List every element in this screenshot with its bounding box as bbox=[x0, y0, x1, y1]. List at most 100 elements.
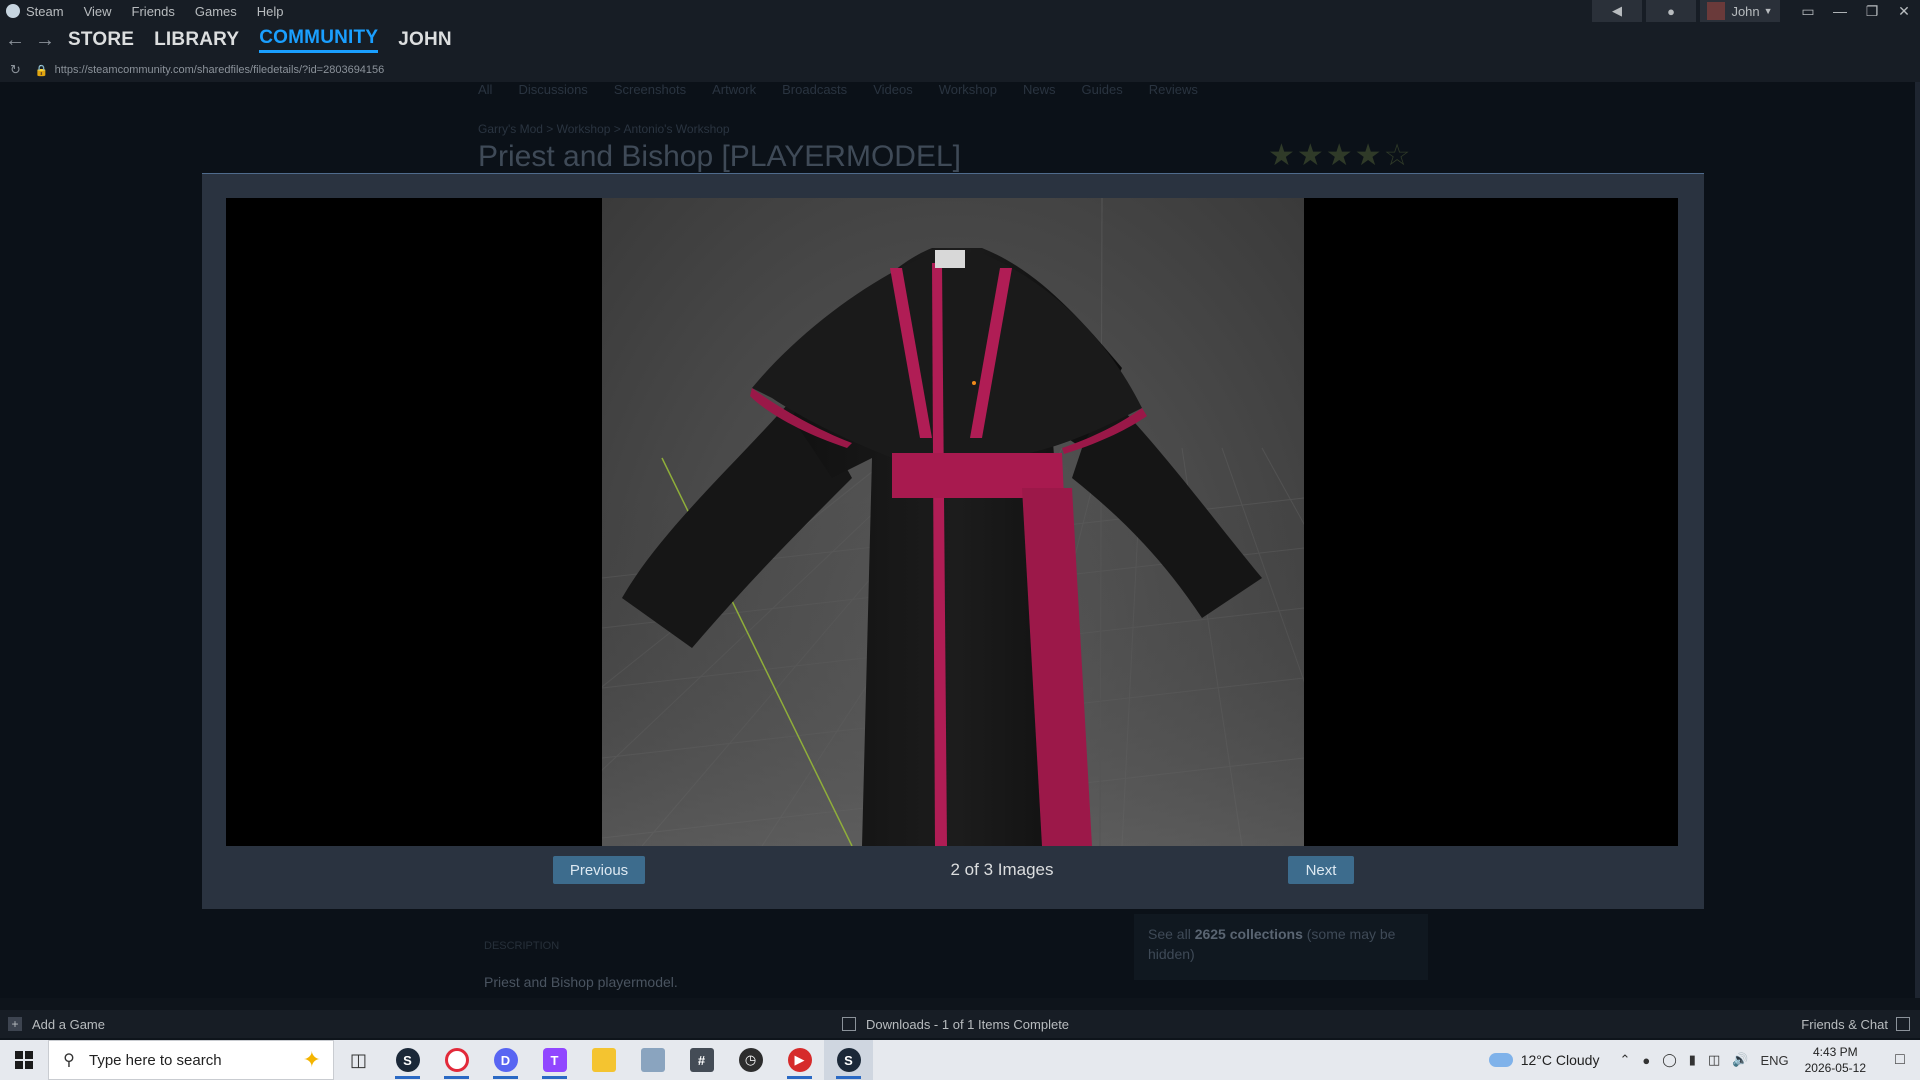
tray-device-icon[interactable]: ▮ bbox=[1689, 1052, 1696, 1068]
tab-profile[interactable]: JOHN bbox=[398, 29, 452, 51]
task-view-button[interactable]: ◫ bbox=[334, 1040, 383, 1080]
taskbar-opera-button[interactable] bbox=[432, 1040, 481, 1080]
url-bar: ↻ 🔒 https://steamcommunity.com/sharedfil… bbox=[0, 58, 1920, 82]
hub-tab: Broadcasts bbox=[782, 82, 848, 97]
hub-tab: Workshop bbox=[938, 82, 997, 97]
image-icon bbox=[640, 1048, 665, 1072]
megaphone-icon: ◀ bbox=[1612, 3, 1622, 18]
downloads-status[interactable]: Downloads - 1 of 1 Items Complete bbox=[842, 1017, 1069, 1032]
taskbar-photos-button[interactable] bbox=[628, 1040, 677, 1080]
menu-help[interactable]: Help bbox=[257, 4, 284, 19]
taskbar-steam-active-button[interactable]: S bbox=[824, 1040, 873, 1080]
plus-icon: + bbox=[8, 1017, 22, 1031]
task-view-icon: ◫ bbox=[349, 1049, 367, 1070]
monitor-icon: ▭ bbox=[1801, 2, 1815, 19]
big-picture-button[interactable]: ▭ bbox=[1792, 0, 1824, 22]
image-lightbox: Previous 2 of 3 Images Next bbox=[202, 173, 1704, 909]
friends-grid-icon bbox=[1896, 1017, 1910, 1031]
add-game-button[interactable]: + Add a Game bbox=[8, 1017, 105, 1032]
restore-icon: ❐ bbox=[1865, 2, 1879, 19]
tray-app-icon[interactable]: ● bbox=[1642, 1053, 1650, 1068]
collections-count: 2625 collections bbox=[1194, 926, 1303, 942]
download-icon bbox=[842, 1017, 856, 1031]
alarm-clock-icon: ◷ bbox=[738, 1048, 763, 1072]
page-scrollbar[interactable] bbox=[1915, 82, 1920, 998]
hub-tab: All bbox=[478, 82, 493, 97]
chevron-up-icon[interactable]: ⌃ bbox=[1619, 1052, 1630, 1068]
clock-date: 2026-05-12 bbox=[1804, 1061, 1866, 1075]
steam-nav-bar: ← → STORE LIBRARY COMMUNITY JOHN bbox=[0, 22, 1920, 58]
hub-tab: Videos bbox=[873, 82, 913, 97]
image-counter: 2 of 3 Images bbox=[950, 860, 1054, 879]
notification-icon: □ bbox=[1895, 1051, 1905, 1068]
account-menu-button[interactable]: John ▼ bbox=[1700, 0, 1780, 22]
taskbar-calculator-button[interactable]: # bbox=[677, 1040, 726, 1080]
opera-icon bbox=[444, 1048, 469, 1072]
twitch-icon: T bbox=[542, 1048, 567, 1072]
hub-tab: Artwork bbox=[712, 82, 757, 97]
tray-steam-icon[interactable]: ◯ bbox=[1662, 1052, 1677, 1068]
downloads-label: Downloads - 1 of 1 Items Complete bbox=[866, 1016, 1070, 1032]
hub-tab: Guides bbox=[1081, 82, 1123, 97]
calculator-icon: # bbox=[689, 1048, 714, 1072]
tab-store[interactable]: STORE bbox=[68, 29, 134, 51]
lock-icon: 🔒 bbox=[34, 64, 49, 77]
search-icon: ⚲ bbox=[63, 1052, 75, 1069]
menu-steam[interactable]: Steam bbox=[26, 4, 64, 19]
start-button[interactable] bbox=[0, 1040, 48, 1080]
hub-tab: Reviews bbox=[1148, 82, 1198, 97]
page-url[interactable]: https://steamcommunity.com/sharedfiles/f… bbox=[55, 64, 385, 76]
next-image-button[interactable]: Next bbox=[1288, 856, 1354, 884]
add-game-label: Add a Game bbox=[32, 1016, 105, 1032]
hub-tab: Screenshots bbox=[613, 82, 687, 97]
collections-panel: See all 2625 collections (some may be hi… bbox=[1134, 914, 1428, 980]
taskbar-search-box[interactable]: ⚲ Type here to search ✦ bbox=[48, 1040, 334, 1080]
cloud-icon bbox=[1488, 1053, 1513, 1067]
menu-friends[interactable]: Friends bbox=[132, 4, 175, 19]
friends-chat-label: Friends & Chat bbox=[1801, 1016, 1888, 1032]
taskbar-discord-button[interactable]: D bbox=[481, 1040, 530, 1080]
language-indicator[interactable]: ENG bbox=[1760, 1053, 1788, 1068]
taskbar-steam-button[interactable]: S bbox=[383, 1040, 432, 1080]
taskbar-media-button[interactable]: ▶ bbox=[775, 1040, 824, 1080]
previous-image-button[interactable]: Previous bbox=[553, 856, 645, 884]
breadcrumb: Garry's Mod > Workshop > Antonio's Works… bbox=[478, 122, 730, 136]
tab-community[interactable]: COMMUNITY bbox=[259, 27, 379, 53]
friends-chat-button[interactable]: Friends & Chat bbox=[1801, 1017, 1910, 1032]
page-title: Priest and Bishop [PLAYERMODEL] bbox=[478, 140, 961, 173]
steam-icon: S bbox=[395, 1048, 420, 1072]
windows-logo-icon bbox=[15, 1051, 33, 1069]
reload-icon[interactable]: ↻ bbox=[10, 62, 21, 78]
rating-stars: ★★★★☆ bbox=[1268, 139, 1413, 172]
avatar bbox=[1707, 2, 1726, 20]
taskbar-explorer-button[interactable] bbox=[579, 1040, 628, 1080]
preview-image bbox=[602, 198, 1304, 846]
menu-games[interactable]: Games bbox=[195, 4, 237, 19]
tab-library[interactable]: LIBRARY bbox=[154, 29, 239, 51]
forward-arrow-icon[interactable]: → bbox=[30, 29, 60, 52]
taskbar-clock[interactable]: 4:43 PM 2026-05-12 bbox=[1805, 1044, 1866, 1076]
notifications-button[interactable]: ● bbox=[1646, 0, 1696, 22]
minimize-button[interactable]: — bbox=[1824, 0, 1856, 22]
steam-logo-icon bbox=[6, 4, 20, 18]
system-tray: 12°C Cloudy ⌃ ● ◯ ▮ ◫ 🔊 ENG 4:43 PM 2026… bbox=[1488, 1040, 1920, 1080]
robe-render-image bbox=[602, 198, 1304, 846]
sparkle-icon: ✦ bbox=[302, 1047, 321, 1072]
menu-view[interactable]: View bbox=[84, 4, 112, 19]
volume-icon[interactable]: 🔊 bbox=[1732, 1052, 1748, 1068]
taskbar-twitch-button[interactable]: T bbox=[530, 1040, 579, 1080]
weather-widget[interactable]: 12°C Cloudy bbox=[1488, 1052, 1599, 1068]
steam-menu-bar: Steam View Friends Games Help ◀ ● John ▼… bbox=[0, 0, 1920, 22]
back-arrow-icon[interactable]: ← bbox=[0, 29, 30, 52]
folder-icon bbox=[591, 1048, 616, 1072]
close-button[interactable]: ✕ bbox=[1888, 0, 1920, 22]
media-player-icon: ▶ bbox=[787, 1048, 812, 1072]
maximize-button[interactable]: ❐ bbox=[1856, 0, 1888, 22]
description-header: DESCRIPTION bbox=[484, 940, 560, 952]
announcements-button[interactable]: ◀ bbox=[1592, 0, 1642, 22]
network-icon[interactable]: ◫ bbox=[1708, 1052, 1720, 1068]
taskbar-clock-button[interactable]: ◷ bbox=[726, 1040, 775, 1080]
account-name: John bbox=[1731, 3, 1760, 19]
chevron-down-icon: ▼ bbox=[1763, 6, 1773, 16]
notification-center-button[interactable]: □ bbox=[1880, 1040, 1920, 1080]
